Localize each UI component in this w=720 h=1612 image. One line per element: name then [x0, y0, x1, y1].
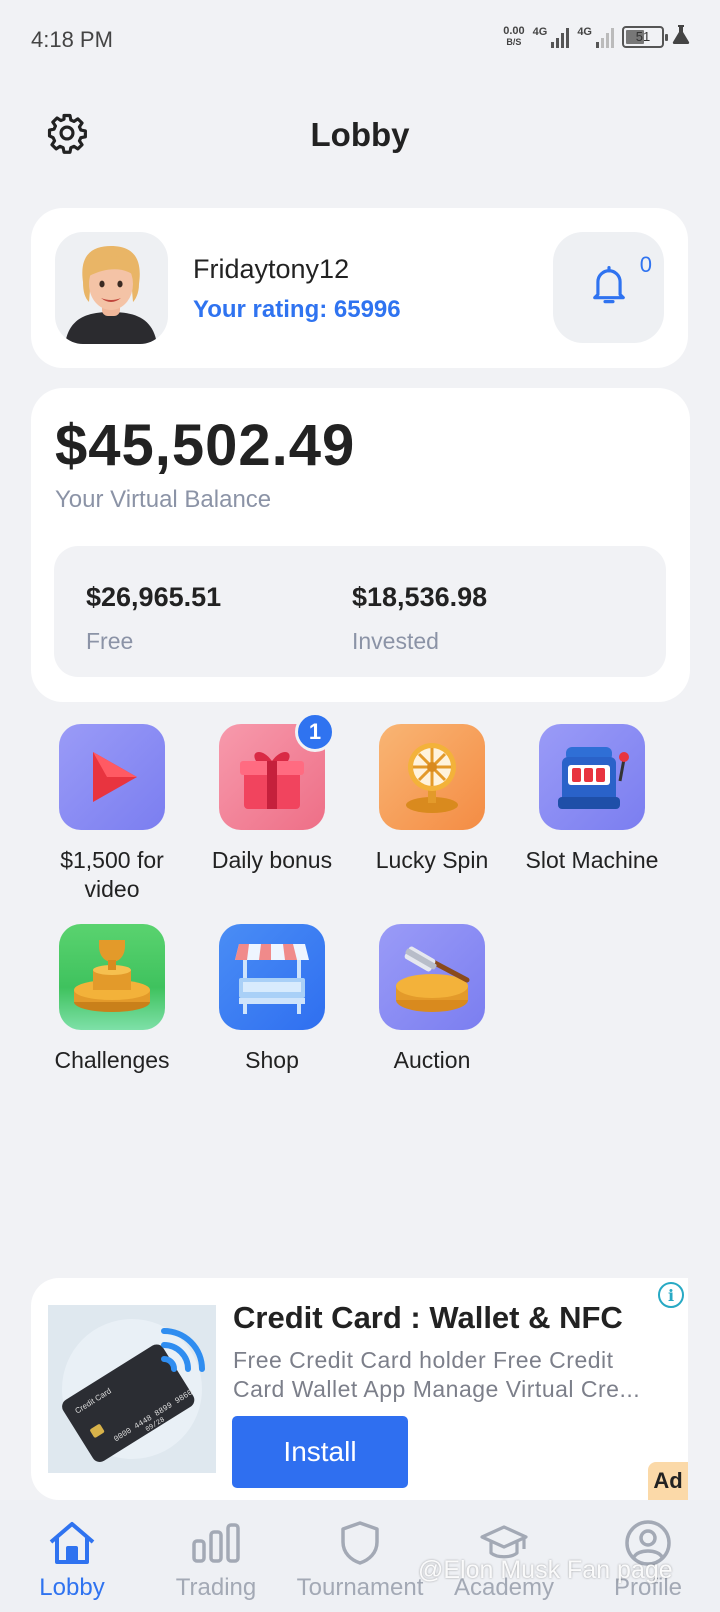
- slot-machine-icon: [539, 724, 645, 830]
- bar-chart-icon: [144, 1518, 288, 1568]
- status-time: 4:18 PM: [31, 27, 113, 52]
- feature-auction[interactable]: Auction: [352, 924, 512, 1075]
- bell-icon: [590, 264, 628, 311]
- balance-breakdown: $26,965.51 Free $18,536.98 Invested: [54, 546, 666, 677]
- shop-icon: [219, 924, 325, 1030]
- nav-lobby[interactable]: Lobby: [0, 1518, 144, 1602]
- battery-icon: 51: [622, 25, 668, 48]
- virtual-balance-label: Your Virtual Balance: [55, 486, 272, 513]
- daily-bonus-badge: 1: [295, 712, 335, 752]
- nav-tournament[interactable]: Tournament: [288, 1518, 432, 1602]
- nav-trading[interactable]: Trading: [144, 1518, 288, 1602]
- play-icon: [59, 724, 165, 830]
- ad-description: Free Credit Card holder Free Credit Card…: [233, 1347, 641, 1402]
- home-icon: [0, 1518, 144, 1568]
- feature-video[interactable]: $1,500 for video: [32, 724, 192, 904]
- feature-daily-bonus[interactable]: 1 Daily bonus: [192, 712, 352, 875]
- watermark: @Elon Musk Fan page: [418, 1556, 673, 1584]
- free-balance: $26,965.51: [86, 582, 222, 612]
- network-speed: 0.00 B/S: [503, 24, 525, 47]
- flask-icon: [672, 24, 690, 49]
- status-indicators: 0.00 B/S 4G 4G 51: [503, 24, 690, 49]
- status-bar: 4:18 PM 0.00 B/S 4G 4G 51: [0, 0, 720, 80]
- gavel-icon: [379, 924, 485, 1030]
- feature-challenges[interactable]: Challenges: [32, 924, 192, 1075]
- balance-card: $45,502.49 Your Virtual Balance $26,965.…: [31, 388, 690, 702]
- info-icon[interactable]: i: [658, 1282, 684, 1308]
- notification-count: 0: [639, 252, 652, 277]
- free-label: Free: [86, 628, 134, 654]
- ad-tag: Ad: [648, 1462, 688, 1500]
- invested-label: Invested: [352, 628, 439, 654]
- feature-slot-machine[interactable]: Slot Machine: [512, 724, 672, 875]
- wheel-icon: [379, 724, 485, 830]
- install-button[interactable]: Install: [232, 1416, 408, 1488]
- feature-shop[interactable]: Shop: [192, 924, 352, 1075]
- trophy-icon: [59, 924, 165, 1030]
- gift-icon: 1: [219, 712, 335, 830]
- virtual-balance: $45,502.49: [55, 413, 356, 478]
- header: Lobby: [0, 100, 720, 170]
- notifications-button[interactable]: 0: [553, 232, 664, 343]
- signal-icon: 4G: [577, 26, 614, 48]
- profile-card[interactable]: Fridaytony12 Your rating: 65996 0: [31, 208, 688, 368]
- shield-icon: [288, 1518, 432, 1568]
- ad-banner[interactable]: Credit Card 0000 4448 8899 9860 09/28 Cr…: [31, 1278, 688, 1500]
- feature-lucky-spin[interactable]: Lucky Spin: [352, 724, 512, 875]
- ad-image: Credit Card 0000 4448 8899 9860 09/28: [48, 1305, 216, 1473]
- invested-balance: $18,536.98: [352, 582, 488, 612]
- signal-icon: 4G: [533, 26, 570, 48]
- username: Fridaytony12: [193, 254, 350, 284]
- avatar[interactable]: [55, 232, 168, 344]
- rating: Your rating: 65996: [193, 296, 401, 323]
- ad-title[interactable]: Credit Card : Wallet & NFC: [233, 1300, 623, 1336]
- page-title: Lobby: [310, 116, 410, 153]
